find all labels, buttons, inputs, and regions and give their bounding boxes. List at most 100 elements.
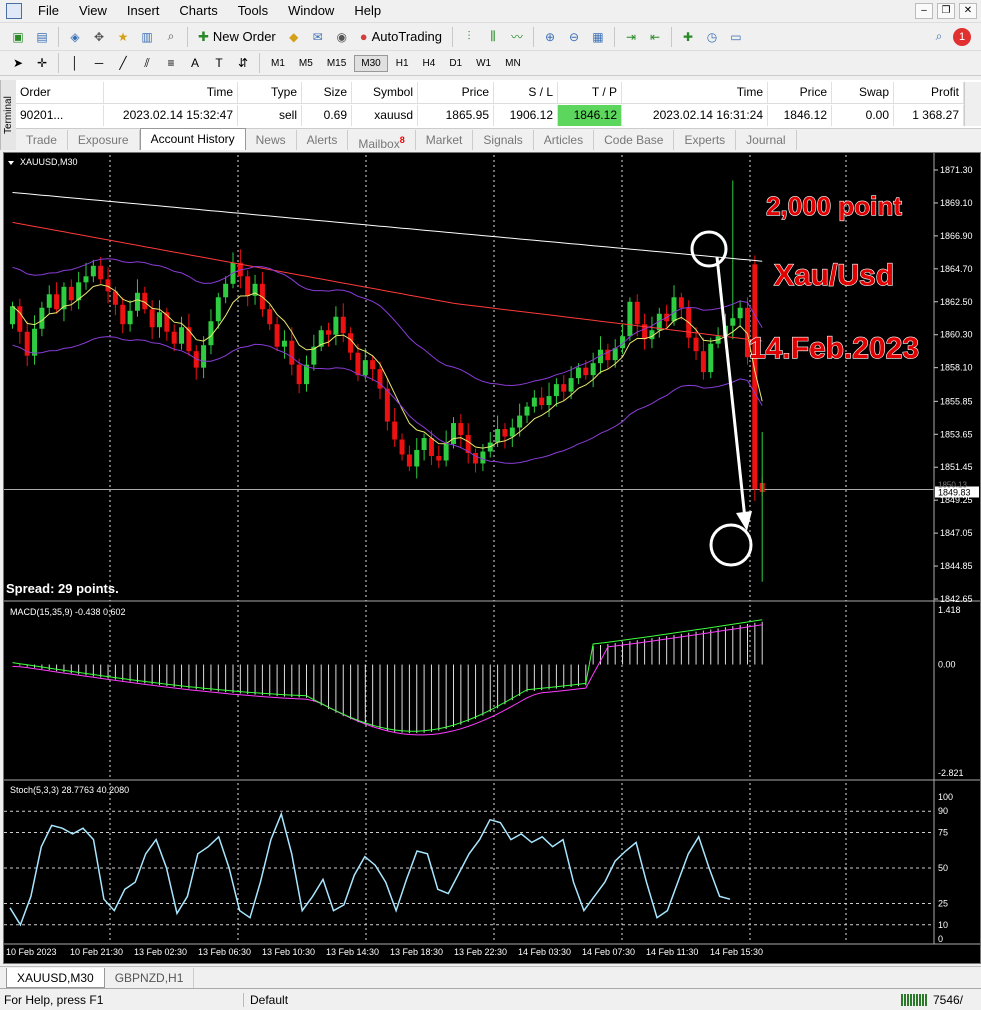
candle-body <box>98 265 104 280</box>
timeframe-d1[interactable]: D1 <box>443 56 468 71</box>
candle-body <box>693 337 699 352</box>
data-window-icon[interactable]: ✥ <box>89 27 109 47</box>
indicators-icon[interactable]: ✚ <box>678 27 698 47</box>
timeframe-m15[interactable]: M15 <box>321 56 352 71</box>
navigator-icon[interactable]: ★ <box>113 27 133 47</box>
time-tick-label: 14 Feb 15:30 <box>710 947 763 957</box>
tab-market[interactable]: Market <box>416 130 474 150</box>
column-header[interactable]: Swap <box>832 82 894 103</box>
column-header[interactable]: Price <box>418 82 494 103</box>
tab-account-history[interactable]: Account History <box>139 128 246 150</box>
autoscroll-icon[interactable]: ⇥ <box>621 27 641 47</box>
fibonacci-icon[interactable]: ≡ <box>161 53 181 73</box>
tab-alerts[interactable]: Alerts <box>297 130 349 150</box>
column-header[interactable]: Symbol <box>352 82 418 103</box>
timeframe-m1[interactable]: M1 <box>265 56 291 71</box>
chart-window[interactable]: 1871.30 1869.10 1866.90 1864.70 1862.50 1860.… <box>3 152 981 964</box>
notification-icon[interactable]: 1 <box>953 27 971 46</box>
mail-icon[interactable]: ✉ <box>308 27 328 47</box>
time-tick-label: 10 Feb 21:30 <box>70 947 123 957</box>
minimize-button[interactable]: – <box>915 3 933 19</box>
profiles-icon[interactable]: ▤ <box>32 27 52 47</box>
text-icon[interactable]: A <box>185 53 205 73</box>
tab-experts[interactable]: Experts <box>674 130 737 150</box>
tab-mailbox[interactable]: Mailbox8 <box>348 130 416 151</box>
candle-body <box>392 421 398 440</box>
chart-tab-gbpnzd[interactable]: GBPNZD,H1 <box>105 967 195 988</box>
price-tick-label: 1864.70 <box>940 264 973 274</box>
templates-icon[interactable]: ▭ <box>726 27 746 47</box>
price-tick-label: 1844.85 <box>940 561 973 571</box>
zoom-out-icon[interactable]: ⊖ <box>564 27 584 47</box>
search-icon[interactable]: ⌕ <box>929 27 949 47</box>
terminal-icon[interactable]: ▥ <box>137 27 157 47</box>
tab-articles[interactable]: Articles <box>534 130 595 150</box>
crosshair-icon[interactable]: ✛ <box>32 53 52 73</box>
horizontal-line-icon[interactable]: ─ <box>89 53 109 73</box>
menu-insert[interactable]: Insert <box>117 0 170 22</box>
new-chart-icon[interactable]: ▣ <box>8 27 28 47</box>
menu-tools[interactable]: Tools <box>228 0 278 22</box>
timeframe-mn[interactable]: MN <box>499 56 527 71</box>
tab-journal[interactable]: Journal <box>736 130 797 150</box>
tile-windows-icon[interactable]: ▦ <box>588 27 608 47</box>
profile-text: Default <box>250 992 289 1007</box>
periods-icon[interactable]: ◷ <box>702 27 722 47</box>
column-header[interactable]: S / L <box>494 82 558 103</box>
tab-code-base[interactable]: Code Base <box>594 130 675 150</box>
bar-chart-icon[interactable]: ⫶ <box>459 27 479 47</box>
tab-exposure[interactable]: Exposure <box>68 130 140 150</box>
column-header[interactable]: Time <box>104 82 238 103</box>
swap-cell: 0.00 <box>832 105 894 126</box>
column-header[interactable]: Time <box>622 82 768 103</box>
profit-cell: 1 368.27 <box>894 105 964 126</box>
column-header[interactable]: T / P <box>558 82 622 103</box>
menu-view[interactable]: View <box>69 0 117 22</box>
trendline-icon[interactable]: ╱ <box>113 53 133 73</box>
autotrading-button[interactable]: ● AutoTrading <box>354 29 448 44</box>
column-header[interactable]: Size <box>302 82 352 103</box>
candle-body <box>142 292 148 310</box>
timeframe-m30[interactable]: M30 <box>354 54 388 72</box>
chart-shift-icon[interactable]: ⇤ <box>645 27 665 47</box>
equidistant-channel-icon[interactable]: ⫽ <box>137 53 157 73</box>
column-header[interactable]: Price <box>768 82 832 103</box>
cursor-icon[interactable]: ➤ <box>8 53 28 73</box>
market-watch-icon[interactable]: ◈ <box>65 27 85 47</box>
signal-icon[interactable]: ◉ <box>332 27 352 47</box>
candle-body <box>708 343 714 373</box>
column-header[interactable]: Order <box>16 82 104 103</box>
timeframe-m5[interactable]: M5 <box>293 56 319 71</box>
timeframe-w1[interactable]: W1 <box>470 56 497 71</box>
menu-help[interactable]: Help <box>344 0 391 22</box>
metaeditor-icon[interactable]: ◆ <box>284 27 304 47</box>
price-chart[interactable]: 1871.30 1869.10 1866.90 1864.70 1862.50 1860.… <box>4 153 980 963</box>
tab-trade[interactable]: Trade <box>16 130 68 150</box>
menu-window[interactable]: Window <box>278 0 344 22</box>
timeframe-h4[interactable]: H4 <box>417 56 442 71</box>
column-header[interactable]: Type <box>238 82 302 103</box>
macd-label: MACD(15,35,9) -0.438 0.602 <box>10 607 126 617</box>
table-row[interactable]: 90201... 2023.02.14 15:32:47 sell 0.69 x… <box>16 105 964 126</box>
vertical-line-icon[interactable]: │ <box>65 53 85 73</box>
close-button[interactable]: ✕ <box>959 3 977 19</box>
slow-ma-line <box>12 192 763 262</box>
tab-signals[interactable]: Signals <box>473 130 534 150</box>
candlestick-icon[interactable]: ⫼ <box>483 27 503 47</box>
new-order-button[interactable]: ✚ New Order <box>192 29 282 45</box>
candle-body <box>355 352 361 376</box>
strategy-tester-icon[interactable]: ⌕ <box>161 27 181 47</box>
text-label-icon[interactable]: T <box>209 53 229 73</box>
timeframe-h1[interactable]: H1 <box>390 56 415 71</box>
zoom-in-icon[interactable]: ⊕ <box>540 27 560 47</box>
terminal-scrollbar[interactable] <box>964 82 981 126</box>
restore-button[interactable]: ❐ <box>937 3 955 19</box>
tab-news[interactable]: News <box>246 130 297 150</box>
chart-tab-xauusd[interactable]: XAUUSD,M30 <box>6 967 105 988</box>
menu-charts[interactable]: Charts <box>169 0 227 22</box>
menu-file[interactable]: File <box>28 0 69 22</box>
line-chart-icon[interactable]: 〰 <box>507 27 527 47</box>
candle-body <box>539 397 545 406</box>
column-header[interactable]: Profit <box>894 82 964 103</box>
arrows-icon[interactable]: ⇵ <box>233 53 253 73</box>
